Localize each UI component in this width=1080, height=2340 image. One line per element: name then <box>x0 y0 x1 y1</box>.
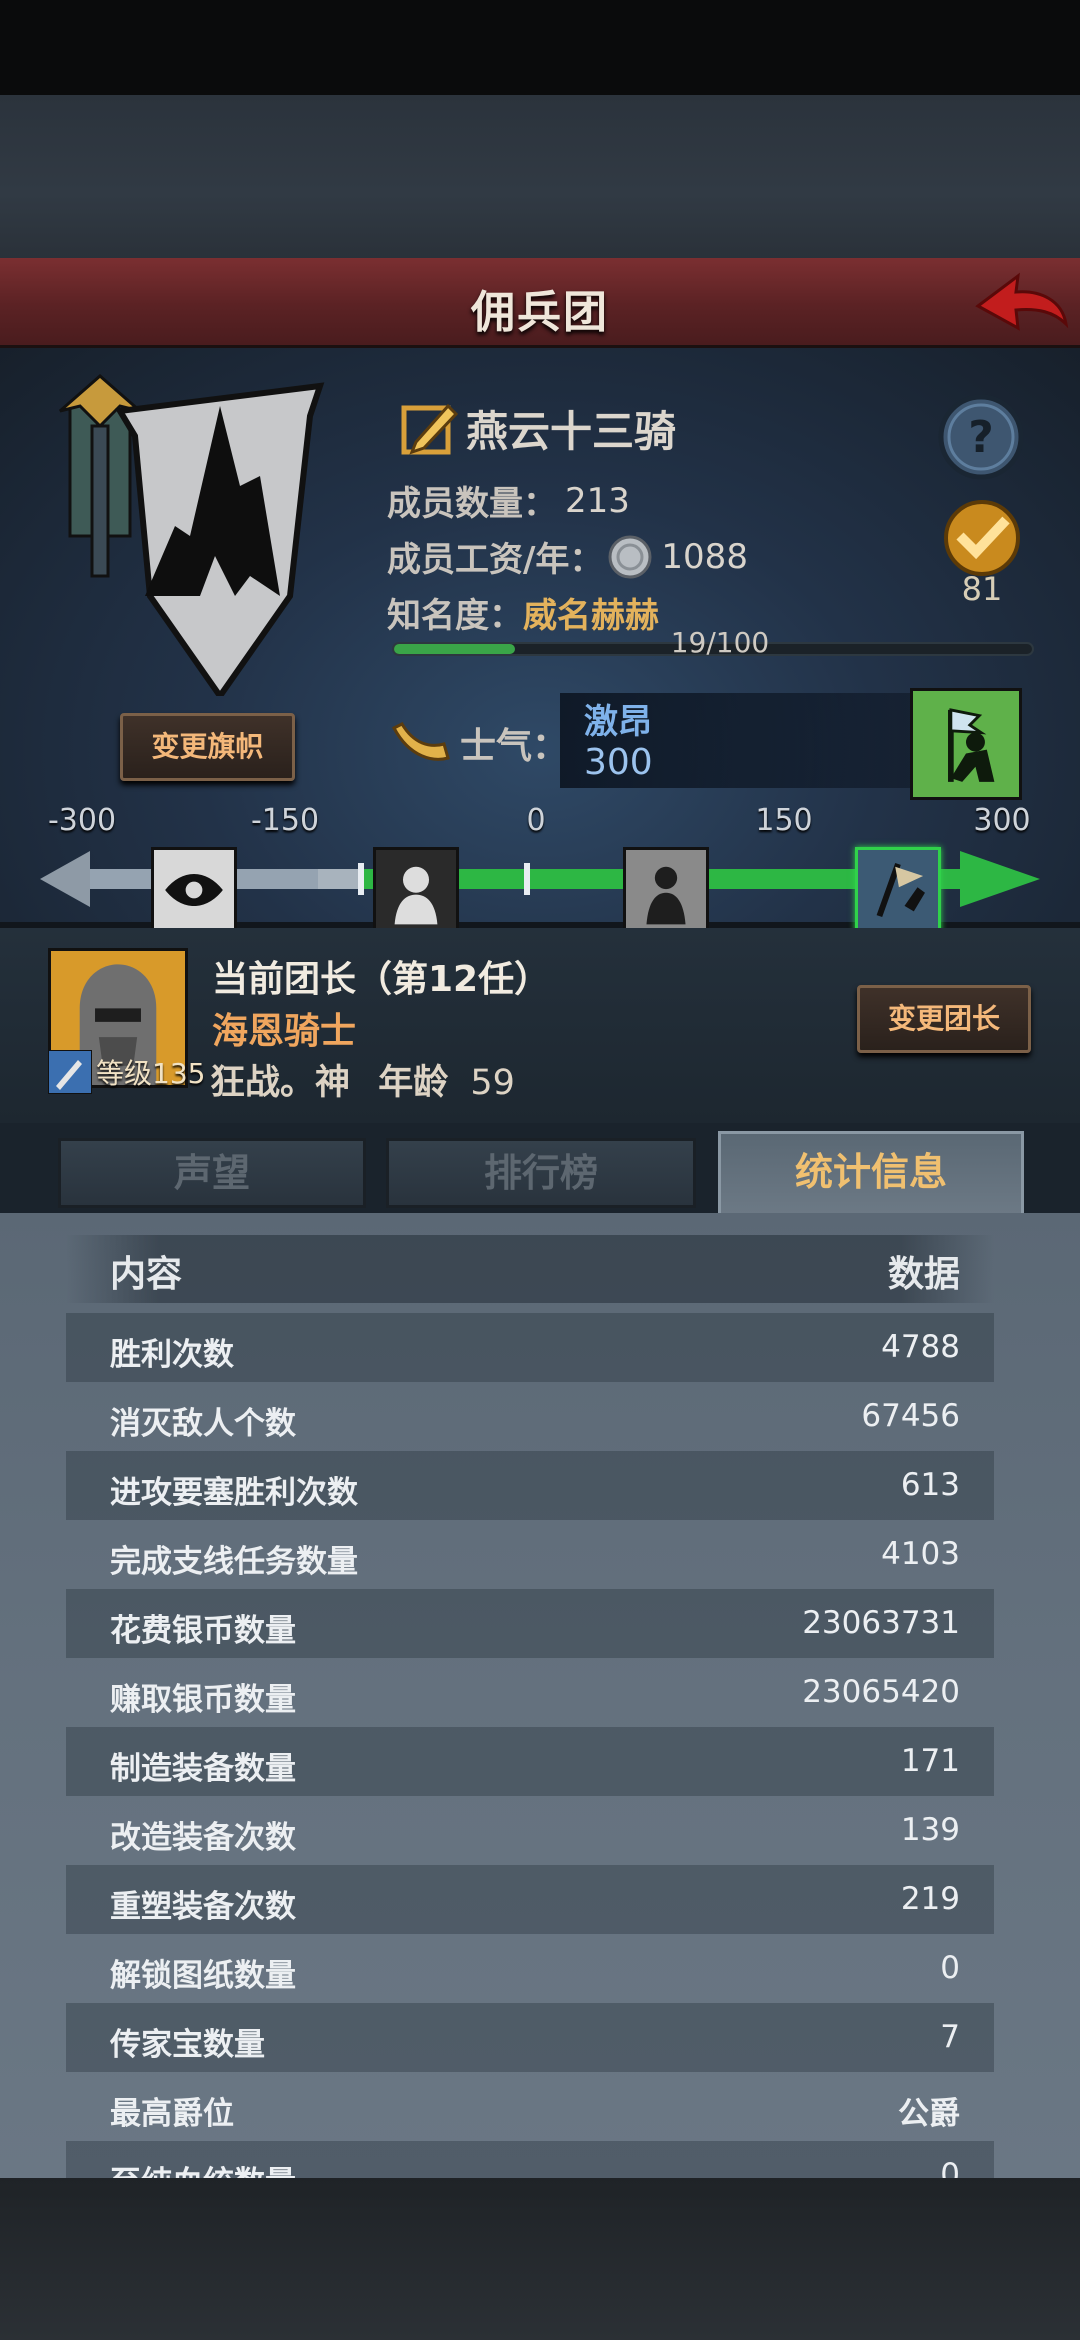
guild-name: 燕云十三骑 <box>466 406 677 456</box>
tab-bar: 声望 排行榜 统计信息 <box>0 1123 1080 1221</box>
table-row: 改造装备次数 139 <box>66 1796 994 1865</box>
row-value: 23065420 <box>802 1674 960 1710</box>
eye-icon[interactable] <box>151 847 237 933</box>
change-leader-button[interactable]: 变更团长 <box>857 985 1031 1053</box>
row-label: 花费银币数量 <box>110 1613 296 1649</box>
wage-row: 成员工资/年： 1088 <box>387 532 748 581</box>
row-label: 进攻要塞胜利次数 <box>110 1475 358 1511</box>
help-icon[interactable]: ? <box>936 392 1026 482</box>
table-row: 制造装备数量 171 <box>66 1727 994 1796</box>
row-value: 0 <box>940 2157 960 2178</box>
top-backdrop <box>0 95 1080 260</box>
scale-tick-label: 150 <box>755 803 813 838</box>
leader-panel: 等级135 当前团长（第12任） 海恩骑士 狂战。神 年龄 59 变更团长 <box>0 928 1080 1123</box>
badge-count: 81 <box>961 570 1003 608</box>
row-label: 赚取银币数量 <box>110 1682 296 1718</box>
row-label: 胜利次数 <box>110 1337 234 1373</box>
game-screen: 佣兵团 变更旗帜 燕云十三骑 ? 成员数量： 213 成员工资/年： 1088 … <box>0 0 1080 2340</box>
table-row: 最高爵位 公爵 <box>66 2072 994 2141</box>
back-arrow-icon[interactable] <box>970 268 1070 340</box>
statistics-table[interactable]: 内容 数据 胜利次数 4788 消灭敌人个数 67456 进攻要塞胜利次数 613 完成支线… <box>0 1213 1080 2178</box>
svg-text:?: ? <box>968 412 994 463</box>
table-row: 重塑装备次数 219 <box>66 1865 994 1934</box>
scale-tick-label: 300 <box>973 803 1031 838</box>
scale-tick-label: -300 <box>47 803 117 838</box>
morale-state: 激昂 <box>584 702 652 742</box>
table-rows: 胜利次数 4788 消灭敌人个数 67456 进攻要塞胜利次数 613 完成支线任务数量 41… <box>66 1313 994 2178</box>
leader-trait: 狂战。神 <box>210 1063 351 1103</box>
row-label: 消灭敌人个数 <box>110 1406 296 1442</box>
tab-statistics[interactable]: 统计信息 <box>718 1131 1024 1221</box>
morale-scale: -300 -150 0 150 300 <box>40 803 1040 933</box>
row-value: 4103 <box>881 1536 960 1572</box>
change-flag-button[interactable]: 变更旗帜 <box>120 713 295 781</box>
edit-name-icon[interactable] <box>398 398 460 458</box>
leader-info: 狂战。神 年龄 59 <box>210 1054 515 1105</box>
table-row: 消灭敌人个数 67456 <box>66 1382 994 1451</box>
wage-value: 1088 <box>661 536 748 577</box>
row-value: 4788 <box>881 1329 960 1365</box>
row-label: 重塑装备次数 <box>110 1889 296 1925</box>
charge-icon[interactable] <box>855 847 941 933</box>
row-value: 171 <box>900 1743 960 1779</box>
silver-coin-icon <box>608 535 652 578</box>
calm-figure-icon[interactable] <box>623 847 709 933</box>
table-row: 传家宝数量 7 <box>66 2003 994 2072</box>
scale-tick-label: -150 <box>250 803 320 838</box>
age-value: 59 <box>470 1063 515 1103</box>
row-value: 23063731 <box>802 1605 960 1641</box>
table-row: 解锁图纸数量 0 <box>66 1934 994 2003</box>
row-label: 制造装备数量 <box>110 1751 296 1787</box>
bottom-backdrop <box>0 2178 1080 2340</box>
leader-level: 等级135 <box>48 1050 205 1094</box>
row-label: 最高爵位 <box>110 2096 234 2132</box>
row-value: 0 <box>940 1950 960 1986</box>
tab-leaderboard[interactable]: 排行榜 <box>386 1138 696 1208</box>
despair-icon[interactable] <box>373 847 459 933</box>
header-bar: 佣兵团 <box>0 258 1080 348</box>
morale-label: 士气： <box>460 726 569 767</box>
row-value: 219 <box>900 1881 960 1917</box>
scale-tick-label: 0 <box>526 803 546 838</box>
table-row: 至纯血统数量 0 <box>66 2141 994 2178</box>
table-row: 胜利次数 4788 <box>66 1313 994 1382</box>
table-row: 进攻要塞胜利次数 613 <box>66 1451 994 1520</box>
sword-icon <box>48 1050 92 1094</box>
guild-panel: 变更旗帜 燕云十三骑 ? 成员数量： 213 成员工资/年： 1088 知名度：… <box>0 348 1080 933</box>
row-value: 613 <box>900 1467 960 1503</box>
members-value: 213 <box>565 480 630 521</box>
tab-reputation[interactable]: 声望 <box>58 1138 366 1208</box>
row-label: 至纯血统数量 <box>110 2157 296 2178</box>
table-row: 赚取银币数量 23065420 <box>66 1658 994 1727</box>
row-value: 公爵 <box>898 2096 960 2132</box>
row-label: 改造装备次数 <box>110 1820 296 1856</box>
fame-progress-text: 19/100 <box>670 626 770 659</box>
leader-level-text: 等级135 <box>96 1057 206 1090</box>
row-value: 7 <box>940 2019 960 2055</box>
wage-label: 成员工资/年： <box>387 540 604 580</box>
page-title: 佣兵团 <box>471 287 609 338</box>
guild-name-row: 燕云十三骑 <box>398 398 676 458</box>
column-header-content: 内容 <box>110 1254 183 1295</box>
age-label: 年龄 <box>378 1063 449 1103</box>
morale-value: 300 <box>584 742 653 783</box>
morale-row: 士气： <box>390 698 568 788</box>
table-row: 花费银币数量 23063731 <box>66 1589 994 1658</box>
table-row: 完成支线任务数量 4103 <box>66 1520 994 1589</box>
row-value: 139 <box>900 1812 960 1848</box>
column-header-data: 数据 <box>887 1254 960 1295</box>
row-label: 解锁图纸数量 <box>110 1958 296 1994</box>
row-label: 传家宝数量 <box>110 2027 265 2063</box>
table-header: 内容 数据 <box>66 1235 994 1303</box>
members-row: 成员数量： 213 <box>387 476 630 525</box>
row-value: 67456 <box>861 1398 960 1434</box>
members-label: 成员数量： <box>387 484 557 524</box>
morale-banner-icon[interactable] <box>910 688 1022 800</box>
row-label: 完成支线任务数量 <box>110 1544 358 1580</box>
leader-title: 当前团长（第12任） <box>212 959 551 1000</box>
leader-name: 海恩骑士 <box>212 1011 357 1052</box>
horn-icon <box>391 722 450 761</box>
